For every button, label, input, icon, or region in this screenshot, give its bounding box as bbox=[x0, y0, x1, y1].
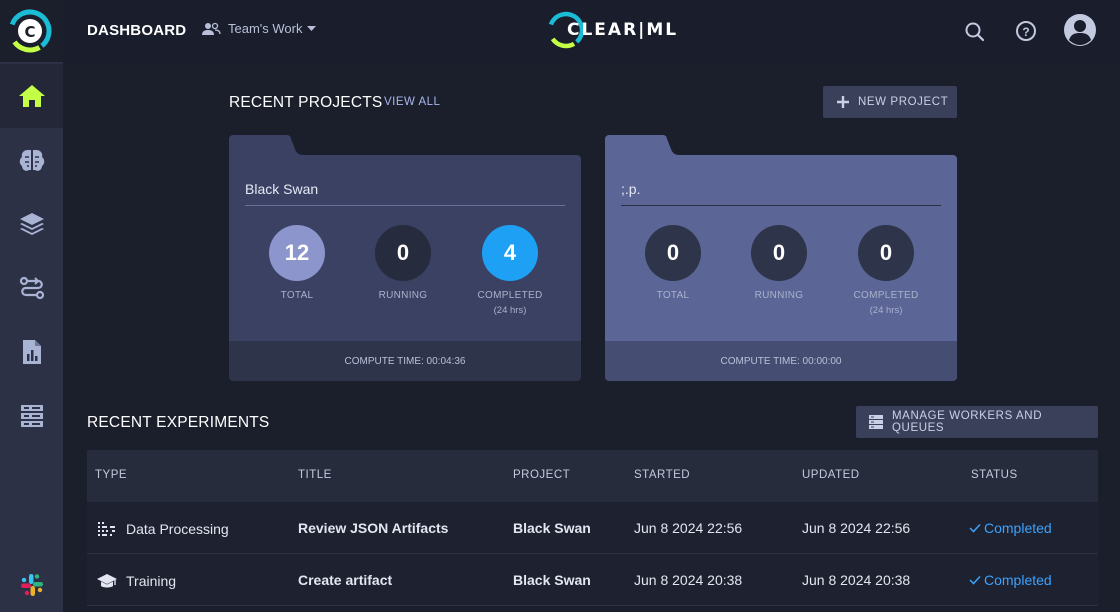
app-logo[interactable]: C bbox=[0, 0, 63, 62]
pipelines-icon bbox=[19, 276, 44, 300]
recent-experiments-title: RECENT EXPERIMENTS bbox=[87, 414, 270, 431]
title-cell[interactable]: Create artifact bbox=[298, 572, 392, 588]
recent-projects-title: RECENT PROJECTS bbox=[229, 94, 383, 111]
user-avatar-icon[interactable] bbox=[1063, 13, 1097, 47]
workers-icon bbox=[20, 405, 43, 427]
home-icon bbox=[18, 85, 45, 107]
compute-time: COMPUTE TIME: 00:00:00 bbox=[605, 341, 957, 381]
workspace-selector[interactable]: Team's Work bbox=[201, 21, 317, 36]
updated-cell: Jun 8 2024 20:38 bbox=[802, 572, 911, 588]
reports-icon bbox=[22, 340, 41, 364]
type-cell: Training bbox=[97, 572, 176, 590]
help-icon[interactable]: ? bbox=[1013, 17, 1039, 45]
view-all-link[interactable]: VIEW ALL bbox=[384, 96, 440, 108]
status-cell: Completed bbox=[969, 572, 1052, 588]
started-cell: Jun 8 2024 20:38 bbox=[634, 572, 743, 588]
project-cell[interactable]: Black Swan bbox=[513, 572, 591, 588]
compute-time: COMPUTE TIME: 00:04:36 bbox=[229, 341, 581, 381]
stat-completed: 0 COMPLETED (24 hrs) bbox=[836, 225, 936, 316]
total-count: 12 bbox=[269, 225, 325, 281]
status-cell: Completed bbox=[969, 520, 1052, 536]
project-name: ;.p. bbox=[621, 181, 641, 197]
workspace-name: Team's Work bbox=[228, 21, 303, 36]
training-icon bbox=[97, 574, 117, 588]
manage-workers-label: MANAGE WORKERS AND QUEUES bbox=[892, 410, 1043, 434]
sidebar-item-reports[interactable] bbox=[0, 320, 63, 384]
column-status[interactable]: STATUS bbox=[971, 469, 1018, 481]
svg-text:?: ? bbox=[1022, 25, 1029, 39]
table-header: TYPE TITLE PROJECT STARTED UPDATED STATU… bbox=[87, 450, 1098, 502]
project-cell[interactable]: Black Swan bbox=[513, 520, 591, 536]
team-icon bbox=[202, 22, 221, 35]
main-content: RECENT PROJECTS VIEW ALL NEW PROJECT Bla… bbox=[63, 62, 1120, 612]
slack-icon bbox=[20, 574, 43, 596]
search-icon[interactable] bbox=[963, 17, 987, 45]
top-header: DASHBOARD Team's Work CLEAR|ML ? bbox=[63, 0, 1120, 62]
table-row[interactable]: Training Create artifact Black Swan Jun … bbox=[87, 554, 1098, 606]
column-started[interactable]: STARTED bbox=[634, 469, 690, 481]
title-cell[interactable]: Review JSON Artifacts bbox=[298, 520, 448, 536]
project-card-black-swan[interactable]: Black Swan 12 TOTAL 0 RUNNING 4 COMPLETE… bbox=[229, 135, 581, 381]
running-count: 0 bbox=[751, 225, 807, 281]
svg-text:C: C bbox=[24, 23, 35, 41]
new-project-button[interactable]: NEW PROJECT bbox=[823, 86, 957, 118]
column-project[interactable]: PROJECT bbox=[513, 469, 570, 481]
stat-running: 0 RUNNING bbox=[729, 225, 829, 301]
total-count: 0 bbox=[645, 225, 701, 281]
brain-icon bbox=[19, 150, 44, 171]
check-icon bbox=[969, 523, 981, 533]
sidebar-item-projects[interactable] bbox=[0, 128, 63, 192]
project-card-p[interactable]: ;.p. 0 TOTAL 0 RUNNING 0 COMPLETED (24 h… bbox=[605, 135, 957, 381]
column-updated[interactable]: UPDATED bbox=[802, 469, 860, 481]
clearml-logo-icon: C bbox=[8, 9, 52, 53]
stat-total: 0 TOTAL bbox=[623, 225, 723, 301]
running-count: 0 bbox=[375, 225, 431, 281]
stat-running: 0 RUNNING bbox=[353, 225, 453, 301]
sidebar-item-pipelines[interactable] bbox=[0, 256, 63, 320]
workers-queues-icon bbox=[869, 415, 883, 429]
slack-link[interactable] bbox=[0, 553, 63, 612]
brand-logo: CLEAR|ML bbox=[547, 9, 678, 51]
stat-completed: 4 COMPLETED (24 hrs) bbox=[460, 225, 560, 316]
sidebar-item-home[interactable] bbox=[0, 64, 63, 128]
completed-count: 4 bbox=[482, 225, 538, 281]
plus-icon bbox=[837, 96, 849, 108]
completed-count: 0 bbox=[858, 225, 914, 281]
brand-wordmark: CLEAR|ML bbox=[567, 20, 679, 40]
data-processing-icon bbox=[98, 522, 115, 536]
table-row[interactable]: Data Processing Review JSON Artifacts Bl… bbox=[87, 502, 1098, 554]
chevron-down-icon bbox=[307, 25, 317, 31]
column-title[interactable]: TITLE bbox=[298, 469, 332, 481]
sidebar-item-datasets[interactable] bbox=[0, 192, 63, 256]
sidebar: C bbox=[0, 0, 63, 612]
stat-total: 12 TOTAL bbox=[247, 225, 347, 301]
layers-icon bbox=[19, 213, 44, 235]
project-name: Black Swan bbox=[245, 181, 319, 197]
page-title: DASHBOARD bbox=[87, 22, 187, 39]
updated-cell: Jun 8 2024 22:56 bbox=[802, 520, 911, 536]
check-icon bbox=[969, 575, 981, 585]
new-project-label: NEW PROJECT bbox=[858, 96, 949, 108]
started-cell: Jun 8 2024 22:56 bbox=[634, 520, 743, 536]
sidebar-item-workers[interactable] bbox=[0, 384, 63, 448]
manage-workers-button[interactable]: MANAGE WORKERS AND QUEUES bbox=[856, 406, 1098, 438]
type-cell: Data Processing bbox=[97, 520, 229, 538]
column-type[interactable]: TYPE bbox=[95, 469, 127, 481]
experiments-table: TYPE TITLE PROJECT STARTED UPDATED STATU… bbox=[87, 450, 1098, 606]
